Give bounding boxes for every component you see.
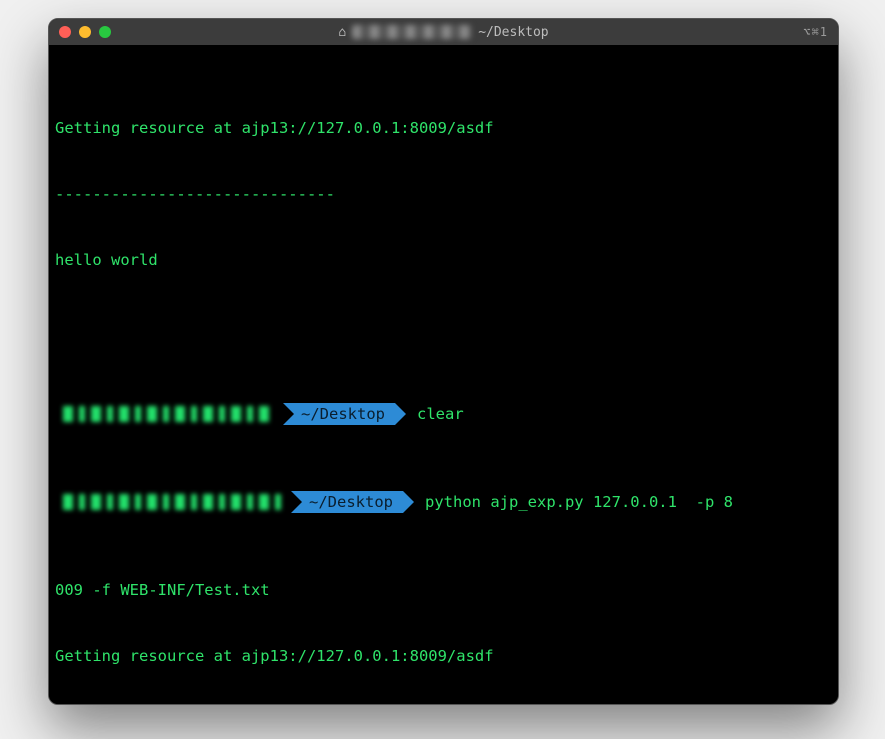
prompt-host-blur <box>63 406 273 422</box>
prompt-row: ~/Desktop clear <box>55 403 832 425</box>
title-username-blur <box>352 25 472 39</box>
prompt-path-segment: ~/Desktop <box>283 403 395 425</box>
prompt-path-segment: ~/Desktop <box>291 491 403 513</box>
window-title: ⌂ ~/Desktop <box>49 25 838 40</box>
prompt-path: ~/Desktop <box>309 491 393 513</box>
minimize-icon[interactable] <box>79 26 91 38</box>
terminal-window: ⌂ ~/Desktop ⌥⌘1 Getting resource at ajp1… <box>48 18 839 705</box>
window-controls <box>59 26 111 38</box>
output-line: Getting resource at ajp13://127.0.0.1:80… <box>55 117 494 139</box>
prompt-row: ~/Desktop python ajp_exp.py 127.0.0.1 -p… <box>55 491 832 513</box>
output-line: hello world <box>55 249 158 271</box>
terminal-viewport[interactable]: Getting resource at ajp13://127.0.0.1:80… <box>49 45 838 704</box>
prompt-host-segment <box>55 491 291 513</box>
titlebar[interactable]: ⌂ ~/Desktop ⌥⌘1 <box>49 19 838 45</box>
output-line: Getting resource at ajp13://127.0.0.1:80… <box>55 645 494 667</box>
prompt-host-blur <box>63 494 281 510</box>
prompt-path: ~/Desktop <box>301 403 385 425</box>
prompt-host-segment <box>55 403 283 425</box>
home-icon: ⌂ <box>338 25 346 40</box>
command-wrap: 009 -f WEB-INF/Test.txt <box>55 579 270 601</box>
close-icon[interactable] <box>59 26 71 38</box>
zoom-icon[interactable] <box>99 26 111 38</box>
command-text: python ajp_exp.py 127.0.0.1 -p 8 <box>403 491 733 513</box>
pane-indicator: ⌥⌘1 <box>803 25 828 39</box>
output-divider: ------------------------------ <box>55 183 335 205</box>
title-path: ~/Desktop <box>478 25 548 40</box>
